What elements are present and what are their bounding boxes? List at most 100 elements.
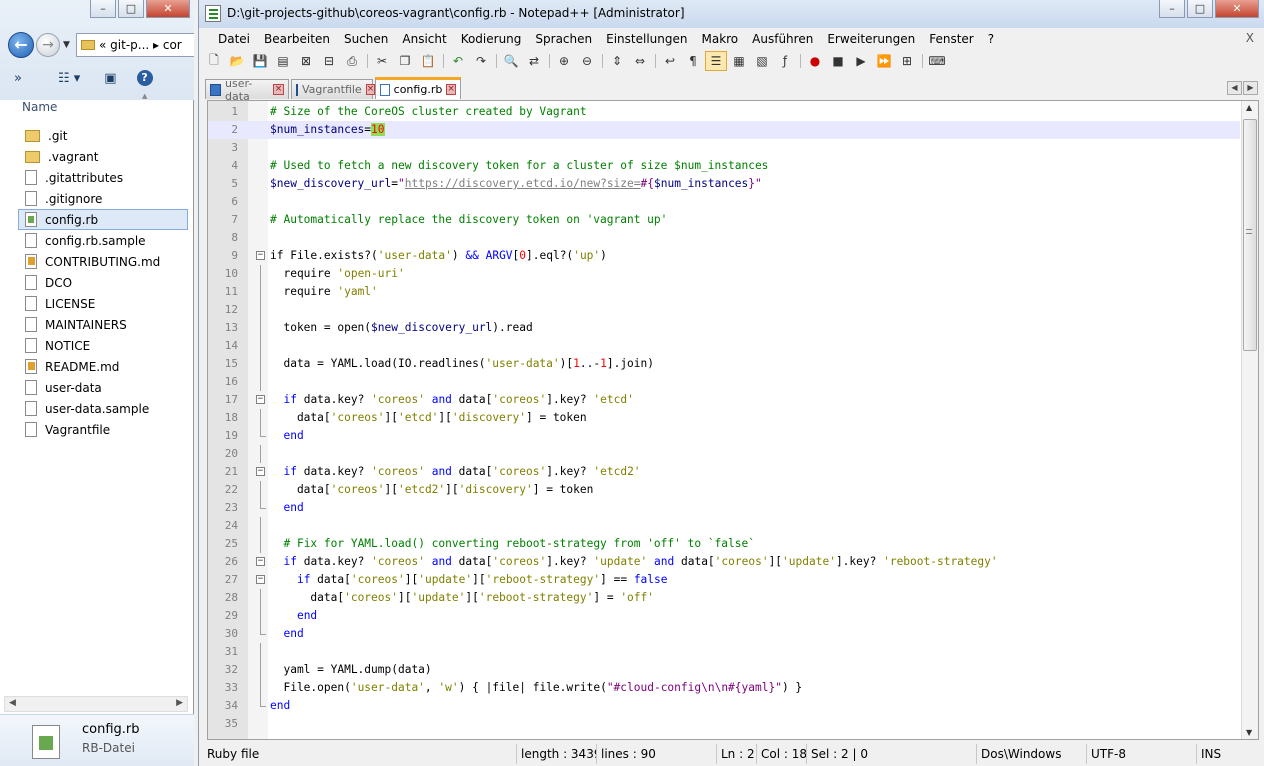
file-list-item[interactable]: .gitattributes [18,167,188,188]
explorer-horizontal-scrollbar[interactable]: ◀ ▶ [4,696,188,712]
maximize-button[interactable]: □ [118,0,144,18]
file-list-item[interactable]: user-data.sample [18,398,188,419]
scroll-right-icon[interactable]: ▶ [176,698,183,708]
code-line[interactable]: 35 [208,715,1240,733]
menu-item[interactable]: Erweiterungen [820,32,922,46]
file-list-item[interactable]: README.md [18,356,188,377]
tab-vagrantfile[interactable]: Vagrantfile × [291,79,376,99]
file-list-item[interactable]: config.rb.sample [18,230,188,251]
minimize-button[interactable]: – [1159,0,1185,18]
code-line[interactable]: 22 data['coreos']['etcd2']['discovery'] … [208,481,1240,499]
launch-in-browser-icon[interactable]: ⌨ [926,51,948,71]
file-list-item[interactable]: DCO [18,272,188,293]
sync-horizontal-icon[interactable]: ⇔ [629,51,651,71]
doc-map-icon[interactable]: ▧ [751,51,773,71]
scroll-up-icon[interactable]: ▲ [1246,103,1252,112]
save-all-icon[interactable]: ▤ [272,51,294,71]
menu-item[interactable]: ? [981,32,1001,46]
record-macro-icon[interactable]: ● [804,51,826,71]
code-line[interactable]: 24 [208,517,1240,535]
code-line[interactable]: 11 require 'yaml' [208,283,1240,301]
print-icon[interactable]: ⎙ [341,51,363,71]
fold-toggle-icon[interactable]: − [256,395,265,404]
file-list-item[interactable]: .git [18,125,188,146]
code-line[interactable]: 12 [208,301,1240,319]
code-line[interactable]: 5 $new_discovery_url="https://discovery.e… [208,175,1240,193]
user-language-icon[interactable]: ▦ [728,51,750,71]
menu-item[interactable]: Datei [211,32,257,46]
code-line[interactable]: 7 # Automatically replace the discovery t… [208,211,1240,229]
code-line[interactable]: 18 data['coreos']['etcd']['discovery'] =… [208,409,1240,427]
code-line[interactable]: 21 − if data.key? 'coreos' and data['core… [208,463,1240,481]
word-wrap-icon[interactable]: ↩ [659,51,681,71]
menu-item[interactable]: Suchen [337,32,395,46]
menu-item[interactable]: Ansicht [395,32,453,46]
code-line[interactable]: 33 File.open('user-data', 'w') { |file| … [208,679,1240,697]
tab-close-icon[interactable]: × [273,84,284,95]
function-list-icon[interactable]: ƒ [774,51,796,71]
tab-scroll-right-icon[interactable]: ▶ [1243,81,1258,95]
replace-icon[interactable]: ⇄ [523,51,545,71]
close-file-icon[interactable]: ⊠ [295,51,317,71]
tab-config-rb[interactable]: config.rb × [375,77,461,99]
file-list-item[interactable]: config.rb [18,209,188,230]
code-line[interactable]: 17 − if data.key? 'coreos' and data['core… [208,391,1240,409]
code-line[interactable]: 20 [208,445,1240,463]
file-list-item[interactable]: .gitignore [18,188,188,209]
scrollbar-thumb[interactable] [1243,119,1257,351]
file-list-item[interactable]: LICENSE [18,293,188,314]
undo-icon[interactable]: ↶ [447,51,469,71]
zoom-in-icon[interactable]: ⊕ [553,51,575,71]
zoom-out-icon[interactable]: ⊖ [576,51,598,71]
code-line[interactable]: 34 end [208,697,1240,715]
scroll-left-icon[interactable]: ◀ [9,698,16,708]
editor-vertical-scrollbar[interactable]: ▲ ▼ [1241,101,1258,739]
code-line[interactable]: 25 # Fix for YAML.load() converting rebo… [208,535,1240,553]
fold-toggle-icon[interactable]: − [256,251,265,260]
forward-button[interactable]: → [36,33,60,57]
code-line[interactable]: 29 end [208,607,1240,625]
fold-toggle-icon[interactable]: − [256,557,265,566]
fold-toggle-icon[interactable]: − [256,467,265,476]
code-line[interactable]: 23 end [208,499,1240,517]
tab-close-icon[interactable]: × [446,84,456,95]
code-line[interactable]: 9 − if File.exists?('user-data') && ARGV[0… [208,247,1240,265]
file-list-item[interactable]: MAINTAINERS [18,314,188,335]
help-icon[interactable]: ? [136,70,153,86]
close-all-icon[interactable]: ⊟ [318,51,340,71]
code-line[interactable]: 16 [208,373,1240,391]
open-file-icon[interactable]: 📂 [226,51,248,71]
copy-icon[interactable]: ❐ [394,51,416,71]
code-line[interactable]: 30 end [208,625,1240,643]
back-button[interactable]: ← [8,32,34,58]
code-line[interactable]: 1 # Size of the CoreOS cluster created by… [208,103,1240,121]
redo-icon[interactable]: ↷ [470,51,492,71]
address-bar[interactable]: « git-p... ▸ cor [76,33,194,57]
new-file-icon[interactable]: 🗋 [203,51,225,71]
history-dropdown-icon[interactable]: ▼ [63,40,70,50]
save-icon[interactable]: 💾 [249,51,271,71]
stop-macro-icon[interactable]: ■ [827,51,849,71]
file-list-item[interactable]: Vagrantfile [18,419,188,440]
menu-item[interactable]: Kodierung [454,32,529,46]
tab-user-data[interactable]: user-data × [205,77,289,103]
code-line[interactable]: 28 data['coreos']['update']['reboot-stra… [208,589,1240,607]
show-all-chars-icon[interactable]: ¶ [682,51,704,71]
column-header-name[interactable]: Name [0,96,194,118]
save-macro-icon[interactable]: ⊞ [896,51,918,71]
paste-icon[interactable]: 📋 [417,51,439,71]
code-line[interactable]: 15 data = YAML.load(IO.readlines('user-d… [208,355,1240,373]
code-line[interactable]: 14 [208,337,1240,355]
sync-vertical-icon[interactable]: ⇕ [606,51,628,71]
indent-guide-icon[interactable]: ☰ [705,51,727,71]
menu-item[interactable]: Bearbeiten [257,32,337,46]
menu-item[interactable]: Fenster [922,32,981,46]
code-editor[interactable]: 1 # Size of the CoreOS cluster created by… [207,100,1259,740]
code-line[interactable]: 8 [208,229,1240,247]
close-document-button[interactable]: X [1246,31,1254,45]
file-list-item[interactable]: NOTICE [18,335,188,356]
file-list-item[interactable]: user-data [18,377,188,398]
code-line[interactable]: 32 yaml = YAML.dump(data) [208,661,1240,679]
code-line[interactable]: 26 − if data.key? 'coreos' and data['core… [208,553,1240,571]
code-line[interactable]: 3 [208,139,1240,157]
